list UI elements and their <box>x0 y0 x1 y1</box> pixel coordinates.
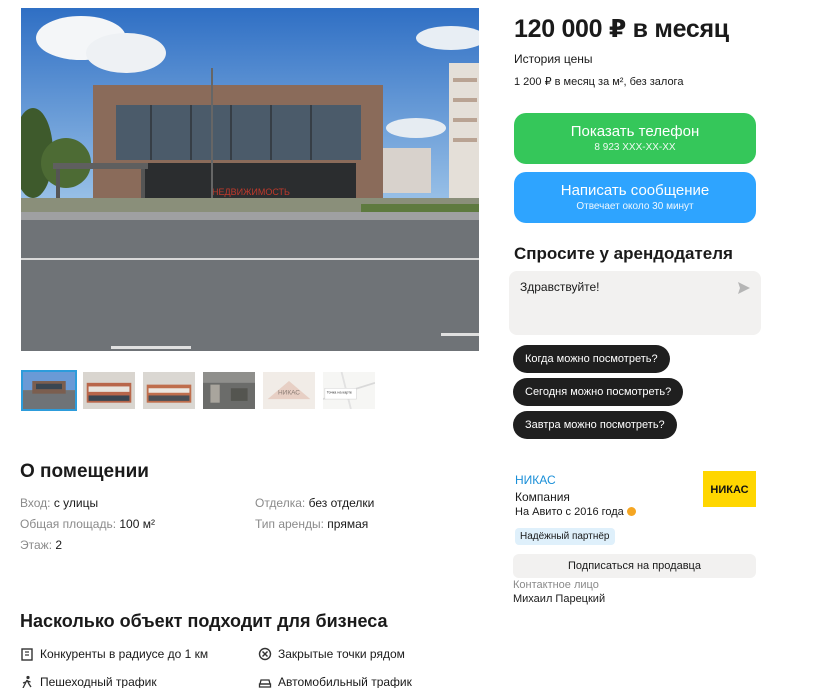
price-history-link[interactable]: История цены <box>514 52 593 66</box>
seller-type: Компания <box>515 490 570 504</box>
show-phone-label: Показать телефон <box>570 123 700 140</box>
ask-message-input[interactable]: Здравствуйте! <box>509 271 761 335</box>
attribute-finishing: Отделка: без отделки <box>255 496 375 510</box>
about-section-title: О помещении <box>20 461 149 482</box>
attribute-total-area: Общая площадь: 100 м² <box>20 517 155 531</box>
thumbnail-4[interactable] <box>201 370 257 411</box>
price: 120 000 ₽ в месяц <box>514 15 729 43</box>
walking-icon <box>22 675 32 688</box>
ask-seller-title: Спросите у арендодателя <box>514 244 733 263</box>
show-phone-button[interactable]: Показать телефон 8 923 XXX-XX-XX <box>514 113 756 164</box>
contact-person-label: Контактное лицо <box>513 579 599 591</box>
building-icon <box>21 648 33 661</box>
quick-question-chip[interactable]: Сегодня можно посмотреть? <box>513 378 684 406</box>
thumbnail-1[interactable] <box>21 370 77 411</box>
thumbnail-6-map[interactable]: Точка на карте <box>321 370 377 411</box>
thumbnail-strip: НИКАС Точка на карте <box>21 370 377 411</box>
thumb-logo-text: НИКАС <box>278 390 300 397</box>
thumbnail-3[interactable] <box>141 370 197 411</box>
main-photo[interactable]: НЕДВИЖИМОСТЬ <box>21 8 479 351</box>
business-item-foot-traffic[interactable]: Пешеходный трафик <box>20 675 157 688</box>
seller-since-text: На Авито с 2016 года <box>515 506 624 518</box>
business-item-closed-points[interactable]: Закрытые точки рядом <box>258 647 405 661</box>
thumb-map-title: Точка на карте <box>327 391 352 395</box>
seller-since: На Авито с 2016 года <box>515 506 636 518</box>
ask-message-text: Здравствуйте! <box>520 280 600 294</box>
quick-question-chip[interactable]: Когда можно посмотреть? <box>513 345 670 373</box>
seller-logo-wordmark: НИКАС <box>705 482 754 496</box>
quick-question-chip[interactable]: Завтра можно посмотреть? <box>513 411 677 439</box>
seller-logo[interactable]: НИКАС <box>703 471 756 507</box>
price-details: 1 200 ₽ в месяц за м², без залога <box>514 76 684 88</box>
watermark-text: НЕДВИЖИМОСТЬ <box>212 187 290 197</box>
attribute-rent-type: Тип аренды: прямая <box>255 517 369 531</box>
medal-icon <box>626 507 636 516</box>
subscribe-seller-button[interactable]: Подписаться на продавца <box>513 554 756 578</box>
write-message-button[interactable]: Написать сообщение Отвечает около 30 мин… <box>514 172 756 223</box>
contact-person-name: Михаил Парецкий <box>513 593 606 605</box>
trusted-partner-badge: Надёжный партнёр <box>515 528 615 545</box>
write-message-label: Написать сообщение <box>560 182 710 199</box>
phone-number-masked: 8 923 XXX-XX-XX <box>594 142 676 153</box>
svg-text:НИКАС: НИКАС <box>710 484 748 496</box>
business-item-car-traffic[interactable]: Автомобильный трафик <box>258 675 412 688</box>
response-time: Отвечает около 30 минут <box>576 201 694 212</box>
seller-name-link[interactable]: НИКАС <box>515 473 556 487</box>
thumbnail-2[interactable] <box>81 370 137 411</box>
closed-circle-icon <box>258 647 272 661</box>
send-icon[interactable] <box>737 281 751 295</box>
business-fit-title: Насколько объект подходит для бизнеса <box>20 611 388 631</box>
business-item-competitors[interactable]: Конкуренты в радиусе до 1 км <box>20 647 208 661</box>
thumbnail-5[interactable]: НИКАС <box>261 370 317 411</box>
car-icon <box>258 679 272 688</box>
attribute-entrance: Вход: с улицы <box>20 496 99 510</box>
attribute-floor: Этаж: 2 <box>20 538 63 552</box>
